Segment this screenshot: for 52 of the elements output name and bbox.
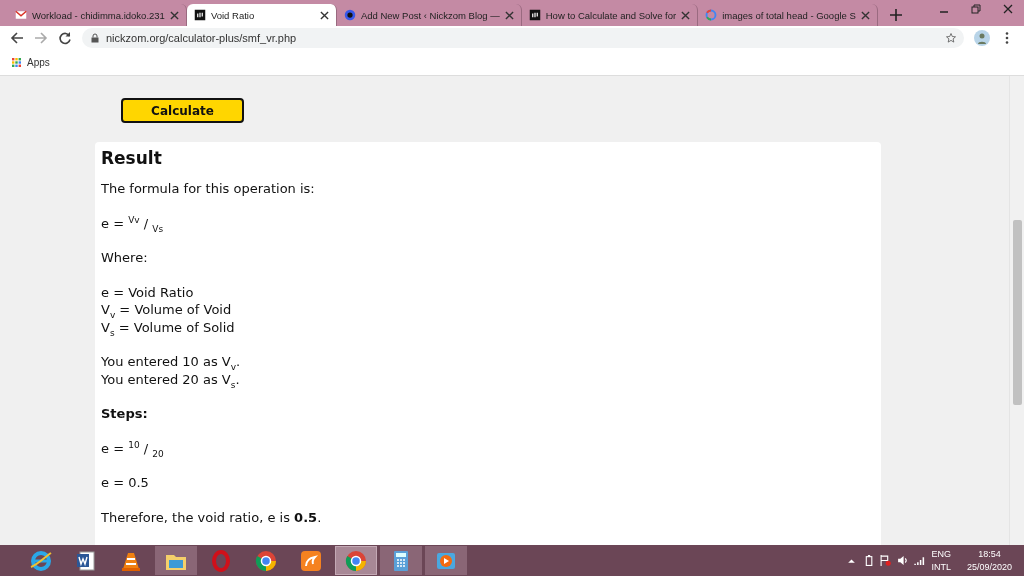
new-tab-icon[interactable] (889, 9, 902, 21)
apps-grid-icon (12, 58, 21, 67)
result-text: You entered 20 as V$_{s}$. (101, 370, 241, 388)
result-text: Steps: (101, 405, 149, 423)
folder-icon (166, 554, 186, 570)
signal-icon[interactable] (914, 555, 926, 566)
result-text: V$_{s}$ = Volume of Solid (101, 318, 236, 336)
result-text: The formula for this operation is: (101, 180, 316, 198)
address-bar[interactable]: nickzom.org/calculator-plus/smf_vr.php (82, 28, 964, 48)
browser-icon (345, 550, 366, 571)
result-text: e = 0.5 (101, 474, 150, 492)
ring-logo-icon (705, 9, 718, 21)
clock-time[interactable]: 18:54 (978, 549, 1001, 559)
browser-icon (255, 550, 276, 571)
result-heading: Result (101, 148, 163, 168)
result-text: You entered 10 as V$_{v}$. (101, 353, 242, 371)
play-icon (437, 552, 455, 569)
language-label[interactable]: ENG (931, 549, 951, 559)
result-text: e = Void Ratio (101, 283, 195, 301)
traffic-cone-icon (122, 552, 140, 571)
flag-icon[interactable] (880, 555, 892, 566)
language-label[interactable]: INTL (931, 562, 951, 572)
circle-logo-icon (343, 9, 356, 21)
calculate-button[interactable]: Calculate (121, 98, 244, 123)
result-text: Therefore, the void ratio, e is 0.5. (101, 508, 323, 526)
lock-icon (90, 33, 100, 43)
envelope-icon (15, 9, 27, 21)
globe-swirl-icon (30, 550, 52, 571)
logo-icon (528, 9, 541, 21)
battery-icon[interactable] (863, 555, 875, 566)
document-icon (77, 551, 95, 570)
calculator-icon (394, 550, 408, 571)
close-icon[interactable] (319, 10, 329, 20)
ring-icon (212, 549, 230, 572)
taskbar-app[interactable] (380, 546, 422, 575)
app-tile-icon (301, 550, 321, 571)
logo-icon (193, 9, 206, 21)
star-icon[interactable] (946, 33, 956, 43)
result-text: e = $^{Vv}$ / $_{Vs}$ (101, 214, 165, 232)
clock-date[interactable]: 25/09/2020 (966, 562, 1012, 572)
avatar-icon[interactable] (974, 30, 990, 46)
result-text: V$_{v}$ = Volume of Void (101, 301, 233, 319)
taskbar-app[interactable] (155, 546, 197, 575)
bookmark-link[interactable]: Apps (27, 57, 50, 68)
browser-tab[interactable]: Void Ratio (186, 4, 337, 26)
result-text: Where: (101, 249, 149, 267)
speaker-icon[interactable] (897, 555, 909, 566)
reload-icon[interactable] (58, 31, 72, 45)
taskbar-app[interactable] (335, 546, 377, 575)
back-icon[interactable] (10, 31, 24, 45)
scrollbar[interactable] (1009, 76, 1024, 545)
result-text: e = $^{10}$ / $_{20}$ (101, 439, 165, 457)
